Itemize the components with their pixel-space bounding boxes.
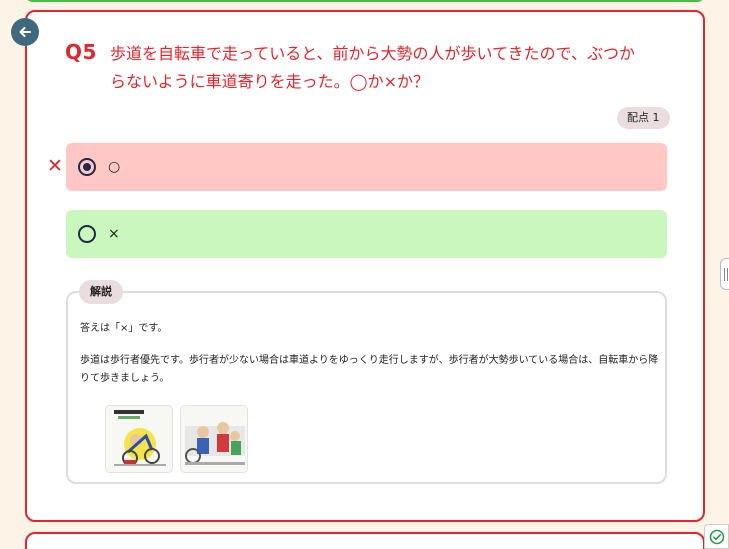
wrong-answer-mark: ✕: [47, 155, 63, 177]
previous-question-card: [25, 0, 705, 2]
question-number: Q5: [65, 40, 97, 64]
question-text-line-1: 歩道を自転車で走っていると、前から大勢の人が歩いてきたので、ぶつか: [110, 44, 635, 63]
arrow-left-icon: [19, 27, 31, 37]
radio-unselected[interactable]: [78, 225, 96, 243]
question-text-line-2: らないように車道寄りを走った。◯か×か？: [110, 72, 429, 91]
explanation-detail: 歩道は歩行者優先です。歩行者が少ない場合は車道よりをゆっくり走行しますが、歩行者…: [80, 355, 659, 384]
side-handle-icon[interactable]: [720, 258, 729, 290]
question-card: Q5 歩道を自転車で走っていると、前から大勢の人が歩いてきたので、ぶつか らない…: [25, 10, 705, 522]
illustration-thumbnail[interactable]: [105, 405, 173, 473]
option-batsu[interactable]: ×: [66, 210, 667, 258]
option-label: ×: [108, 226, 120, 242]
check-button[interactable]: [704, 524, 729, 549]
cyclist-illustration: [106, 406, 172, 472]
pedestrians-illustration: [181, 406, 247, 472]
next-question-card: [25, 532, 705, 549]
radio-selected[interactable]: [78, 158, 96, 176]
option-label: ○: [108, 159, 121, 175]
question-text: 歩道を自転車で走っていると、前から大勢の人が歩いてきたので、ぶつか らないように…: [110, 40, 670, 96]
option-maru[interactable]: ○: [66, 143, 667, 191]
illustration-thumbnail[interactable]: [180, 405, 248, 473]
explanation-answer: 答えは「×」です。: [80, 323, 168, 334]
check-circle-icon: [709, 529, 724, 544]
radio-dot: [83, 163, 91, 171]
back-button[interactable]: [11, 18, 39, 46]
points-badge: 配点 1: [617, 107, 670, 129]
explanation-tag: 解説: [79, 280, 123, 304]
